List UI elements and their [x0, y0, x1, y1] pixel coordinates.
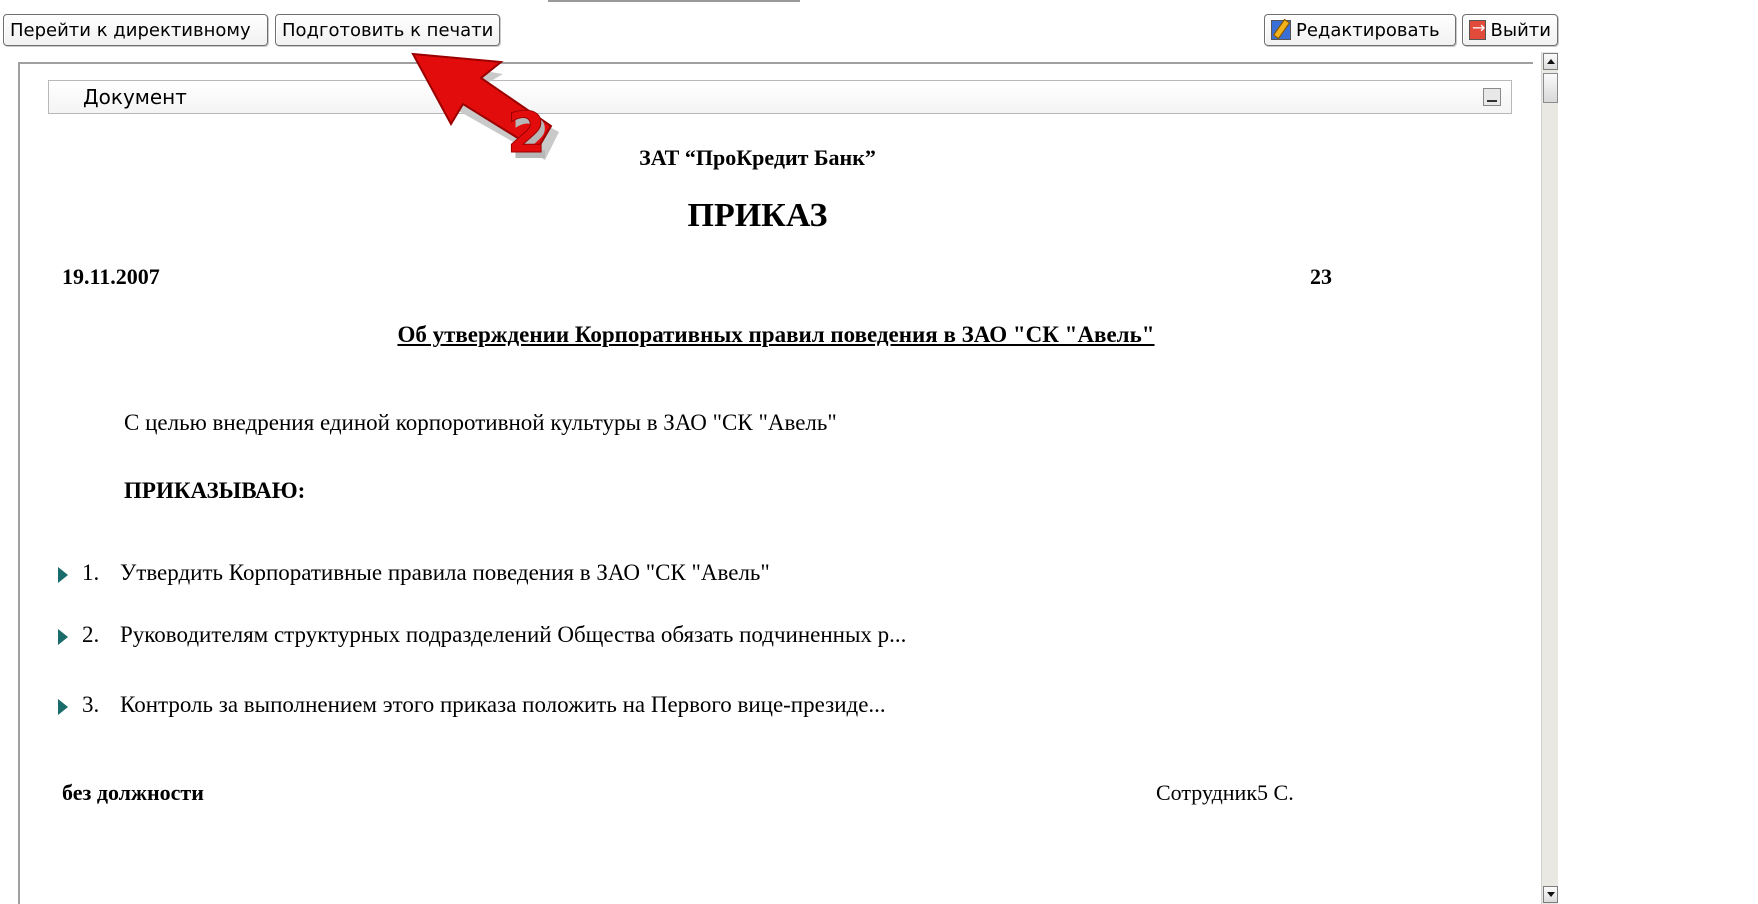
scroll-thumb[interactable]: [1543, 73, 1558, 103]
document-header: Документ: [48, 80, 1512, 114]
document-subject: Об утверждении Корпоративных правил пове…: [0, 322, 1552, 348]
bank-name: ЗАТ “ПроКредит Банк”: [639, 145, 876, 170]
document-date: 19.11.2007: [62, 264, 160, 289]
document-title: ПРИКАЗ: [687, 197, 828, 234]
go-to-directive-button[interactable]: Перейти к директивному: [3, 14, 268, 46]
go-to-directive-label: Перейти к директивному: [10, 19, 251, 41]
prepare-print-button[interactable]: Подготовить к печати: [275, 14, 500, 46]
list-item-number: 2.: [82, 622, 100, 647]
prepare-print-label: Подготовить к печати: [282, 19, 494, 41]
signer-name: Сотрудник5 С.: [1156, 780, 1294, 805]
toolbar: Перейти к директивному Подготовить к печ…: [0, 0, 1758, 53]
bullet-triangle-icon[interactable]: [58, 566, 68, 583]
annotation-arrow: 2 2: [411, 52, 559, 160]
document-number: 23: [1310, 264, 1332, 289]
scroll-down-icon[interactable]: [1543, 886, 1558, 903]
list-item-text: Утвердить Корпоративные правила поведени…: [120, 560, 770, 585]
edit-button[interactable]: Редактировать: [1264, 14, 1456, 46]
signer-position: без должности: [62, 780, 204, 805]
order-word: ПРИКАЗЫВАЮ:: [124, 478, 306, 503]
document-subject-text: Об утверждении Корпоративных правил пове…: [397, 322, 1155, 347]
document-header-label: Документ: [83, 85, 187, 109]
edit-icon: [1271, 20, 1291, 40]
exit-button[interactable]: Выйти: [1462, 14, 1558, 46]
list-item[interactable]: 2. Руководителям структурных подразделени…: [58, 622, 906, 648]
tab-indicator: [548, 0, 800, 2]
bullet-triangle-icon[interactable]: [58, 698, 68, 715]
bullet-triangle-icon[interactable]: [58, 628, 68, 645]
list-item-text: Контроль за выполнением этого приказа по…: [120, 692, 886, 717]
edit-label: Редактировать: [1296, 19, 1440, 41]
vertical-scrollbar[interactable]: [1541, 52, 1558, 904]
collapse-icon[interactable]: [1483, 88, 1501, 106]
document-intro: С целью внедрения единой корпоротивной к…: [124, 410, 837, 435]
list-item[interactable]: 3. Контроль за выполнением этого приказа …: [58, 692, 886, 718]
list-item-text: Руководителям структурных подразделений …: [120, 622, 907, 647]
scroll-up-icon[interactable]: [1543, 53, 1558, 70]
exit-icon: [1469, 18, 1486, 40]
list-item-number: 3.: [82, 692, 100, 717]
list-item[interactable]: 1. Утвердить Корпоративные правила поведе…: [58, 560, 770, 586]
exit-label: Выйти: [1490, 19, 1551, 41]
list-item-number: 1.: [82, 560, 100, 585]
